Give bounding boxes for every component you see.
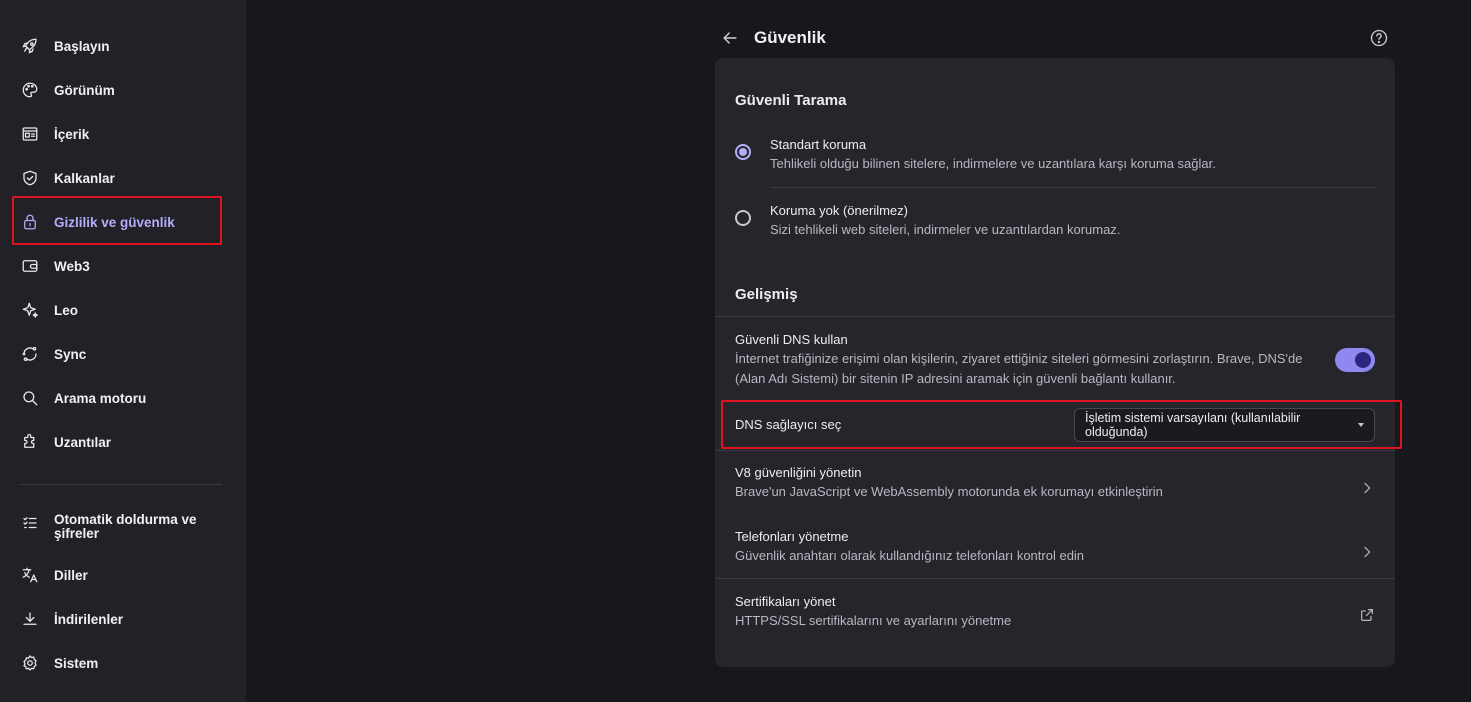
sidebar-item-label: Kalkanlar: [54, 170, 115, 186]
sidebar-item-languages[interactable]: Diller: [20, 563, 88, 587]
option-title: Koruma yok (önerilmez): [770, 203, 908, 218]
divider: [770, 187, 1375, 188]
back-arrow-icon[interactable]: [720, 28, 740, 48]
search-icon: [20, 388, 40, 408]
secure-dns-desc-line2: (Alan Adı Sistemi) bir sitenin IP adresi…: [735, 371, 1176, 386]
manage-certificates-row[interactable]: Sertifikaları yönet HTTPS/SSL sertifikal…: [735, 593, 1375, 637]
sidebar-item-autofill-passwords[interactable]: Otomatik doldurma ve şifreler: [20, 513, 224, 547]
shield-icon: [20, 168, 40, 188]
sidebar-item-label: Sistem: [54, 655, 99, 671]
page-title: Güvenlik: [754, 28, 826, 47]
sidebar-item-appearance[interactable]: Görünüm: [20, 78, 115, 102]
highlight-box-dns-provider: [721, 400, 1402, 449]
phones-title: Telefonları yönetme: [735, 529, 849, 544]
sidebar-item-label: İndirilenler: [54, 611, 124, 627]
safe-browsing-heading: Güvenli Tarama: [735, 92, 847, 109]
chevron-right-icon: [1359, 480, 1375, 496]
manage-phones-row[interactable]: Telefonları yönetme Güvenlik anahtarı ol…: [735, 528, 1375, 572]
divider: [715, 578, 1395, 579]
secure-dns-toggle[interactable]: [1335, 348, 1375, 372]
certs-title: Sertifikaları yönet: [735, 594, 836, 609]
palette-icon: [20, 80, 40, 100]
sidebar-item-label: Başlayın: [54, 38, 110, 54]
translate-icon: [20, 565, 40, 585]
radio-no-protection[interactable]: Koruma yok (önerilmez) Sizi tehlikeli we…: [735, 202, 1375, 246]
v8-security-row[interactable]: V8 güvenliğini yönetin Brave'un JavaScri…: [735, 464, 1375, 508]
sync-icon: [20, 344, 40, 364]
radio-button[interactable]: [735, 144, 751, 160]
sidebar-item-sync[interactable]: Sync: [20, 342, 86, 366]
sidebar-item-downloads[interactable]: İndirilenler: [20, 607, 123, 631]
sidebar-item-label: Arama motoru: [54, 390, 147, 406]
external-link-icon: [1359, 607, 1375, 623]
sidebar-item-shields[interactable]: Kalkanlar: [20, 166, 115, 190]
highlight-box-sidebar: [12, 196, 222, 245]
help-icon[interactable]: [1369, 28, 1389, 48]
chevron-right-icon: [1359, 544, 1375, 560]
sidebar-item-label: Sync: [54, 346, 87, 362]
puzzle-icon: [20, 432, 40, 452]
sidebar-item-extensions[interactable]: Uzantılar: [20, 430, 111, 454]
radio-standard-protection[interactable]: Standart koruma Tehlikeli olduğu bilinen…: [735, 136, 1375, 180]
sidebar-item-leo[interactable]: Leo: [20, 298, 78, 322]
v8-desc: Brave'un JavaScript ve WebAssembly motor…: [735, 484, 1163, 499]
v8-title: V8 güvenliğini yönetin: [735, 465, 862, 480]
advanced-heading: Gelişmiş: [735, 286, 798, 303]
phones-desc: Güvenlik anahtarı olarak kullandığınız t…: [735, 548, 1085, 563]
list-icon: [20, 513, 40, 533]
gear-icon: [20, 653, 40, 673]
secure-dns-desc-line1: İnternet trafiğinize erişimi olan kişile…: [735, 351, 1303, 366]
sidebar-item-search-engine[interactable]: Arama motoru: [20, 386, 146, 410]
sidebar-item-web3[interactable]: Web3: [20, 254, 90, 278]
wallet-icon: [20, 256, 40, 276]
option-title: Standart koruma: [770, 137, 867, 152]
secure-dns-title: Güvenli DNS kullan: [735, 332, 848, 347]
sidebar-item-label: Görünüm: [54, 82, 115, 98]
sidebar-item-label: Web3: [54, 258, 90, 274]
sidebar-item-getting-started[interactable]: Başlayın: [20, 34, 110, 58]
sidebar-item-label: İçerik: [54, 126, 90, 142]
download-icon: [20, 609, 40, 629]
divider: [715, 316, 1395, 317]
sidebar-item-label: Uzantılar: [54, 434, 112, 450]
security-settings-card: Güvenli Tarama Standart koruma Tehlikeli…: [715, 58, 1395, 667]
content-icon: [20, 124, 40, 144]
sidebar-item-system[interactable]: Sistem: [20, 651, 98, 675]
sidebar-divider: [20, 484, 222, 485]
option-desc: Sizi tehlikeli web siteleri, indirmeler …: [770, 222, 1121, 237]
sparkle-icon: [20, 300, 40, 320]
rocket-icon: [20, 36, 40, 56]
sidebar-item-content[interactable]: İçerik: [20, 122, 89, 146]
secure-dns-setting: Güvenli DNS kullan İnternet trafiğinize …: [735, 331, 1375, 391]
sidebar-item-label: Diller: [54, 567, 88, 583]
option-desc: Tehlikeli olduğu bilinen sitelere, indir…: [770, 156, 1216, 171]
sidebar: Başlayın Görünüm İçerik Kalkanlar Gizlil…: [0, 0, 246, 702]
sidebar-item-label: Leo: [54, 302, 79, 318]
certs-desc: HTTPS/SSL sertifikalarını ve ayarlarını …: [735, 613, 1012, 628]
divider: [715, 450, 1395, 451]
sidebar-item-label: Otomatik doldurma ve şifreler: [54, 512, 197, 541]
radio-button[interactable]: [735, 210, 751, 226]
